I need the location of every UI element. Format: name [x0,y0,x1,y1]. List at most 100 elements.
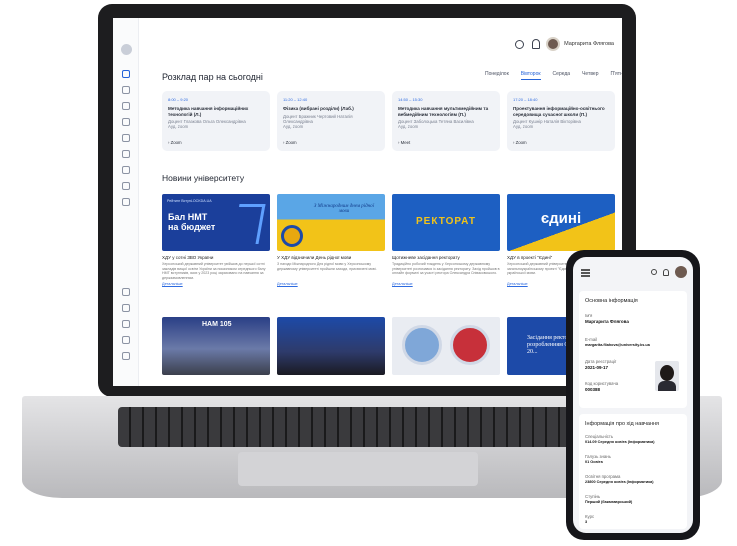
news-more-link[interactable]: Детальніше [392,282,500,286]
lesson-card[interactable]: 8:00 – 9:20 Методика навчання інформацій… [162,91,270,151]
schedule-title: Розклад пар на сьогодні [162,72,263,82]
news-headline: У ХДУ відзначили День рідної мови [277,255,352,260]
search-icon[interactable] [651,269,657,275]
news-desc: Херсонський державний університет увійшо… [162,262,266,280]
gear-icon[interactable] [122,320,130,328]
menu-icon[interactable] [581,269,590,271]
field-value: 014.09 Середня освіта (Інформатика) [585,440,655,444]
lesson-link[interactable]: › Zoom [283,140,297,145]
field-label: E-mail [585,337,598,342]
book-icon[interactable] [122,166,130,174]
lesson-link[interactable]: › Zoom [168,140,182,145]
lesson-room: Ауд. zoom [398,124,419,129]
grades-icon[interactable] [122,102,130,110]
phone-screen: Основна інформація Ім'я Маргарита Флягов… [573,257,693,533]
lesson-name: Методика навчання мультимедійним та вебм… [398,106,489,117]
lesson-time: 11:20 – 12:40 [283,97,308,102]
field-label: Освітня програма [585,474,621,479]
news-image: Рейтинг ВступLOCKDA.UA Бал НМТ на бюджет [162,194,270,251]
tab-monday[interactable]: Понеділок [485,71,509,80]
field-value: 3 [585,520,588,524]
app-logo [121,44,132,55]
user-photo [655,361,679,391]
lesson-card[interactable]: 11:20 – 12:40 Фізика (вибрані розділи) (… [277,91,385,151]
tab-tuesday[interactable]: Вівторок [520,71,541,80]
lesson-name: Методика навчання інформаційних технолог… [168,106,249,117]
bell-icon[interactable] [663,269,669,276]
news-image: З Міжнародним днем рідної мови [277,194,385,251]
field-label: Код користувача [585,381,619,386]
news-more-link[interactable]: Детальніше [277,282,385,286]
basic-info-title: Основна інформація [585,298,638,304]
lesson-name: Фізика (вибрані розділи) (Лаб.) [283,106,354,111]
field-label: Галузь знань [585,454,611,459]
document-icon[interactable] [122,118,130,126]
bell-icon[interactable] [532,39,540,49]
laptop-touchpad [238,452,478,486]
lesson-link[interactable]: › Zoom [513,140,527,145]
study-info-section: Інформація про хід навчання Спеціальніст… [579,414,687,529]
laptop-screen: Маргарита Флягова Розклад пар на сьогодн… [113,18,622,386]
user-name[interactable]: Маргарита Флягова [564,41,614,47]
field-value: 23800 Середня освіта (Інформатика) [585,480,654,484]
news-headline: ХДУ у сотні ЗВО України [162,255,214,260]
news-image: єдині [507,194,615,251]
news-headline: Щотижневе засідання ректорату [392,255,460,260]
tab-thursday[interactable]: Четвер [582,71,598,80]
settings-icon[interactable] [122,304,130,312]
tab-wednesday[interactable]: Середа [553,71,571,80]
search-icon[interactable] [515,40,524,49]
field-value: 01 Освіта [585,460,603,464]
avatar[interactable] [546,37,560,51]
phone-icon[interactable] [122,182,130,190]
news-card[interactable]: З Міжнародним днем рідної мови У ХДУ від… [277,194,385,286]
news-image: РЕКТОРАТ [392,194,500,251]
home-icon[interactable] [122,70,130,78]
calendar-icon[interactable] [122,86,130,94]
laptop-keyboard [118,407,618,447]
study-info-title: Інформація про хід навчання [585,421,660,427]
news-image[interactable] [277,317,385,375]
field-value: 000388 [585,387,601,392]
lesson-card[interactable]: 17:20 – 18:40 Проектування інформаційно-… [507,91,615,151]
lesson-teacher: Доцент Бражник Чертовий Наталія Олександ… [283,113,353,124]
field-label: Дата реєстрації [585,359,617,364]
lesson-room: Ауд. zoom [168,124,189,129]
news-title: Новини університету [162,173,245,183]
lesson-card[interactable]: 14:50 – 15:30 Методика навчання мультиме… [392,91,500,151]
lesson-room: Ауд. zoom [283,123,304,129]
lesson-time: 14:50 – 15:30 [398,97,423,102]
field-label: Ступінь [585,494,601,499]
news-more-link[interactable]: Детальніше [162,282,270,286]
news-image[interactable] [392,317,500,375]
news-card[interactable]: РЕКТОРАТ Щотижневе засідання ректорату Т… [392,194,500,286]
sidebar [113,18,139,386]
tab-friday[interactable]: П'ятниця [611,71,623,80]
field-label: Ім'я [585,313,593,318]
lesson-time: 17:20 – 18:40 [513,97,538,102]
field-value: Маргарита Флягова [585,319,629,324]
basic-info-section: Основна інформація Ім'я Маргарита Флягов… [579,291,687,408]
report-icon[interactable] [122,150,130,158]
day-tabs: Понеділок Вівторок Середа Четвер П'ятниц… [485,71,622,80]
field-value: 2021-09-17 [585,365,609,370]
avatar[interactable] [675,266,687,278]
lesson-room: Ауд. zoom [513,124,534,129]
field-label: Спеціальність [585,434,614,439]
news-image[interactable]: НАМ 105 [162,317,270,375]
users-icon[interactable] [122,134,130,142]
news-card[interactable]: Рейтинг ВступLOCKDA.UA Бал НМТ на бюджет… [162,194,270,286]
logout-icon[interactable] [122,352,130,360]
lesson-link[interactable]: › Meet [398,140,410,145]
lesson-name: Проектування інформаційно-освітнього сер… [513,106,605,117]
field-label: Курс [585,514,595,519]
apps-icon[interactable] [122,288,130,296]
news-desc: З нагоди Міжнародного Дня рідної мови у … [277,262,377,271]
mail-icon[interactable] [122,198,130,206]
help-icon[interactable] [122,336,130,344]
field-value: Перший (бакалаврський) [585,500,633,504]
news-desc: Традиційно робочий тиждень у Херсонськом… [392,262,500,275]
field-value: margarita.fliahova@university.ks.ua [585,343,650,347]
lesson-time: 8:00 – 9:20 [168,97,189,102]
top-bar: Маргарита Флягова [139,18,622,66]
